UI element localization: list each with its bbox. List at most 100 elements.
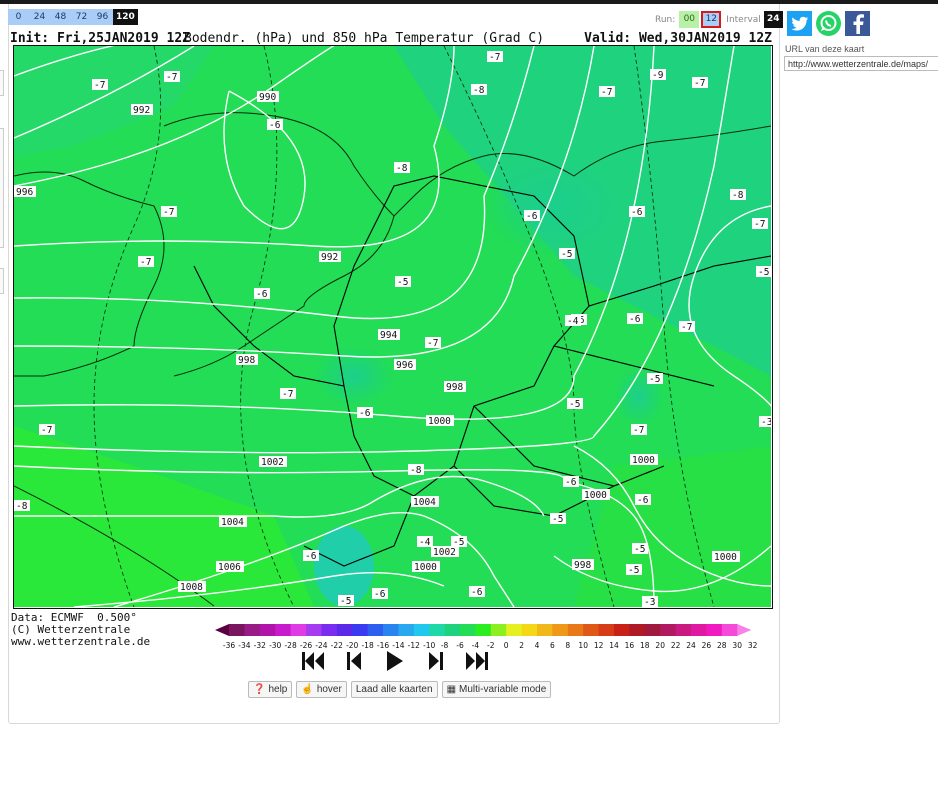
pressure-label: 1000 <box>632 455 655 466</box>
step-24[interactable]: 24 <box>29 9 50 25</box>
scale-arrow-left <box>215 624 229 636</box>
step-0[interactable]: 0 <box>8 9 29 25</box>
skip-first-icon[interactable] <box>298 648 328 674</box>
scale-swatch <box>706 624 723 636</box>
temperature-label: -8 <box>473 85 485 96</box>
scale-tick-label: 12 <box>594 641 604 650</box>
scale-tick-label: 18 <box>640 641 650 650</box>
scale-swatch <box>229 624 245 636</box>
left-edge-tab[interactable] <box>0 268 4 294</box>
step-120[interactable]: 120 <box>113 9 138 25</box>
scale-swatch <box>644 624 661 636</box>
temperature-label: -5 <box>569 399 580 410</box>
scale-tick-label: 20 <box>655 641 665 650</box>
step-forward-icon[interactable] <box>421 648 451 674</box>
whatsapp-icon[interactable] <box>816 11 841 36</box>
scale-swatch <box>367 624 384 636</box>
scale-swatch <box>352 624 369 636</box>
load-all-maps-button[interactable]: Laad alle kaarten <box>350 681 438 698</box>
temperature-label: -5 <box>628 565 639 576</box>
grid-icon: ▦ <box>446 684 457 695</box>
scale-swatch <box>444 624 461 636</box>
pressure-label: 1004 <box>221 517 244 528</box>
skip-last-icon[interactable] <box>462 648 492 674</box>
scale-tick-label: 22 <box>671 641 681 650</box>
hover-label: hover <box>316 684 342 695</box>
scale-swatch <box>583 624 600 636</box>
scale-swatch <box>567 624 584 636</box>
pressure-label: 1002 <box>261 457 284 468</box>
facebook-icon[interactable] <box>845 11 870 36</box>
scale-swatch <box>244 624 261 636</box>
scale-tick-label: -36 <box>223 641 235 650</box>
pressure-label: 998 <box>446 382 463 393</box>
step-back-icon[interactable] <box>339 648 369 674</box>
hover-button[interactable]: ☝ hover <box>296 681 347 698</box>
scale-swatch <box>475 624 492 636</box>
temperature-label: -7 <box>754 219 765 230</box>
url-label: URL van deze kaart <box>785 44 865 54</box>
temperature-label: -7 <box>601 87 612 98</box>
forecast-step-selector: 0 24 48 72 96 120 <box>8 9 138 25</box>
temperature-label: -8 <box>410 465 422 476</box>
scale-swatch <box>629 624 646 636</box>
scale-swatch <box>398 624 415 636</box>
temperature-label: -6 <box>305 551 317 562</box>
temperature-label: -7 <box>681 322 692 333</box>
scale-swatch <box>290 624 307 636</box>
temperature-color-scale: -36 -34 -32 -30 -28 -26 -24 -22 -20 -18 -16 -14 -12-… <box>215 624 758 650</box>
scale-swatch <box>521 624 538 636</box>
help-button[interactable]: ❓ help <box>248 681 293 698</box>
scale-tick-label: 30 <box>732 641 742 650</box>
scale-tick-label: 2 <box>519 641 524 650</box>
left-edge-tab[interactable] <box>0 70 4 96</box>
scale-swatch <box>552 624 569 636</box>
multivar-label: Multi-variable mode <box>459 684 547 695</box>
run-12-button[interactable]: 12 <box>701 11 722 28</box>
pressure-label: 998 <box>574 560 591 571</box>
scale-arrow-right <box>737 624 752 636</box>
temperature-label: -7 <box>41 425 52 436</box>
temperature-label: -5 <box>634 544 645 555</box>
scale-tick-label: 14 <box>609 641 619 650</box>
scale-swatch <box>306 624 322 636</box>
map-url-field[interactable] <box>784 56 938 71</box>
scale-tick-label: 0 <box>504 641 509 650</box>
run-selector: Run: 00 12 Interval 24 <box>655 11 783 28</box>
temperature-label: -7 <box>633 425 644 436</box>
temperature-label: -8 <box>16 501 28 512</box>
temperature-label: -5 <box>758 267 769 278</box>
play-icon[interactable] <box>380 648 410 674</box>
twitter-icon[interactable] <box>787 11 812 36</box>
scale-tick-label: 10 <box>578 641 588 650</box>
interval-label: Interval <box>726 14 761 25</box>
map-title: Bodendr. (hPa) und 850 hPa Temperatur (G… <box>184 31 545 46</box>
multi-variable-button[interactable]: ▦ Multi-variable mode <box>441 681 552 698</box>
animation-player <box>298 648 492 674</box>
step-72[interactable]: 72 <box>71 9 92 25</box>
step-96[interactable]: 96 <box>92 9 113 25</box>
scale-tick-label: -34 <box>238 641 250 650</box>
temperature-label: -6 <box>471 587 483 598</box>
scale-swatch <box>506 624 523 636</box>
left-edge-tab[interactable] <box>0 128 4 248</box>
pointer-hand-icon: ☝ <box>301 684 314 695</box>
pressure-label: 1002 <box>433 547 456 558</box>
temperature-label: -6 <box>526 211 538 222</box>
scale-tick-label: -30 <box>269 641 281 650</box>
temperature-label: -8 <box>732 190 744 201</box>
map-actions: ❓ help ☝ hover Laad alle kaarten ▦ Multi-va… <box>248 681 552 698</box>
scale-tick-label: -32 <box>254 641 266 650</box>
scale-tick-label: 16 <box>625 641 635 650</box>
temperature-label: -7 <box>94 80 105 91</box>
scale-tick-label: 32 <box>748 641 758 650</box>
pressure-label: 1000 <box>414 562 437 573</box>
weather-map[interactable]: 990 992 996 992 994 996 998 998 1000 1002 1000 1000… <box>13 45 773 609</box>
run-00-button[interactable]: 00 <box>679 11 700 28</box>
step-48[interactable]: 48 <box>50 9 71 25</box>
run-label: Run: <box>655 14 676 25</box>
interval-button[interactable]: 24 <box>763 11 783 28</box>
temperature-label: -5 <box>649 374 660 385</box>
scale-swatch <box>721 624 738 636</box>
temperature-label: -7 <box>166 72 177 83</box>
